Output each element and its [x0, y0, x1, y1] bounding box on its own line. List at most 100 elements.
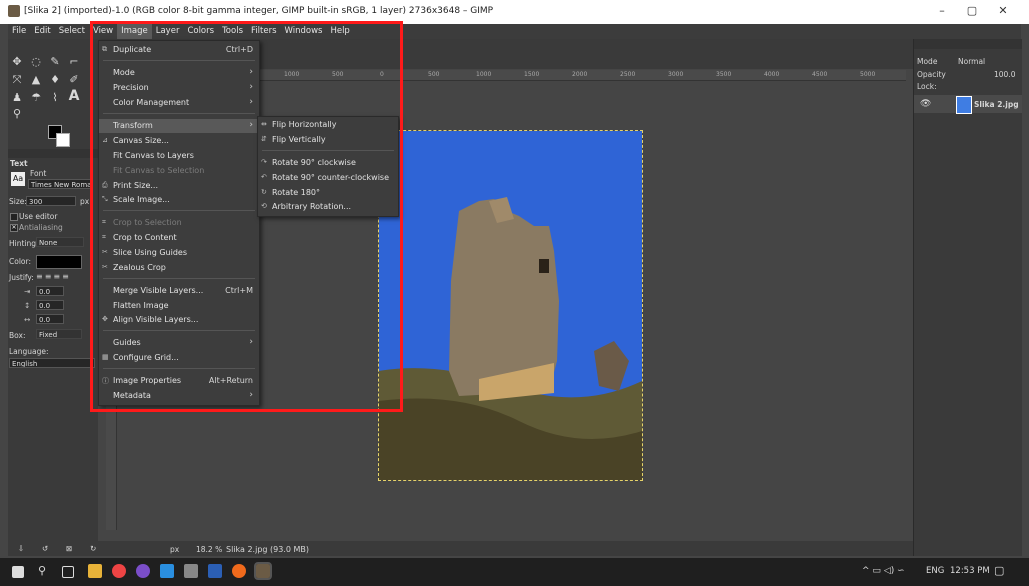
menu-tools[interactable]: Tools: [218, 24, 247, 39]
menu-item-merge-visible[interactable]: Merge Visible Layers... Ctrl+M: [99, 284, 259, 298]
paths-tool-icon[interactable]: ⌇: [48, 91, 62, 105]
transform-tool-icon[interactable]: ⤧: [10, 73, 24, 87]
menu-item-scale-image[interactable]: ⤡ Scale Image...: [99, 193, 259, 207]
menu-item-slice-guides[interactable]: ✂ Slice Using Guides: [99, 246, 259, 260]
menu-item-color-management[interactable]: Color Management ›: [99, 96, 259, 110]
fuzzy-select-icon[interactable]: ✎: [48, 55, 62, 69]
task-view-icon[interactable]: [62, 566, 74, 578]
menu-item-fit-canvas-layers[interactable]: Fit Canvas to Layers: [99, 149, 259, 163]
app-icon-purple[interactable]: [136, 564, 150, 578]
menu-item-precision[interactable]: Precision ›: [99, 81, 259, 95]
grid-icon: ▦: [102, 353, 109, 361]
save-options-icon[interactable]: ⇩: [18, 544, 24, 553]
menu-select[interactable]: Select: [55, 24, 89, 39]
text-color-button[interactable]: [36, 255, 82, 269]
layer-row[interactable]: 👁 Slika 2.jpg: [914, 95, 1022, 114]
menu-item-duplicate[interactable]: ⧉ Duplicate Ctrl+D: [99, 43, 259, 57]
hinting-dropdown[interactable]: None: [36, 237, 84, 247]
menu-item-mode[interactable]: Mode ›: [99, 66, 259, 80]
search-icon[interactable]: ⚲: [38, 564, 52, 578]
menu-item-configure-grid[interactable]: ▦ Configure Grid...: [99, 351, 259, 365]
menu-item-flip-horizontally[interactable]: ⇹ Flip Horizontally: [258, 118, 398, 132]
menu-filters[interactable]: Filters: [247, 24, 280, 39]
menu-bar: File Edit Select View Image Layer Colors Tools F…: [8, 24, 1021, 39]
vscode-icon[interactable]: [160, 564, 174, 578]
menu-help[interactable]: Help: [326, 24, 353, 39]
font-preview-icon[interactable]: Aa: [11, 172, 25, 186]
menu-item-transform[interactable]: Transform ›: [99, 119, 259, 133]
image-canvas[interactable]: [378, 130, 643, 481]
crop-tool-icon[interactable]: ⌐: [67, 55, 81, 69]
close-button[interactable]: ✕: [993, 4, 1013, 20]
menu-item-arbitrary-rotation[interactable]: ⟲ Arbitrary Rotation...: [258, 200, 398, 214]
warp-tool-icon[interactable]: ▲: [29, 73, 43, 87]
window-title: [Slika 2] (imported)-1.0 (RGB color 8-bi…: [24, 6, 494, 16]
antialiasing-checkbox[interactable]: ✕: [10, 224, 18, 232]
minimize-button[interactable]: –: [932, 4, 952, 20]
menu-item-align-visible[interactable]: ✥ Align Visible Layers...: [99, 313, 259, 327]
app-icon-gray[interactable]: [184, 564, 198, 578]
menu-item-flip-vertically[interactable]: ⇵ Flip Vertically: [258, 133, 398, 147]
justify-buttons-icon[interactable]: ≡≡≡≡: [36, 272, 80, 281]
size-unit[interactable]: px: [80, 197, 89, 206]
menu-item-image-properties[interactable]: ⓘ Image Properties Alt+Return: [99, 374, 259, 388]
menu-item-zealous-crop[interactable]: ✂ Zealous Crop: [99, 261, 259, 275]
menu-image[interactable]: Image: [117, 24, 152, 39]
background-color-swatch[interactable]: [56, 133, 70, 147]
move-tool-icon[interactable]: ✥: [10, 55, 24, 69]
bucket-fill-icon[interactable]: ♦: [48, 73, 62, 87]
maximize-button[interactable]: ▢: [962, 4, 982, 20]
layer-name[interactable]: Slika 2.jpg: [974, 100, 1019, 109]
restore-options-icon[interactable]: ↺: [42, 544, 48, 553]
menu-colors[interactable]: Colors: [183, 24, 218, 39]
windows-start-icon[interactable]: [12, 566, 24, 578]
status-unit[interactable]: px: [170, 545, 179, 554]
gimp-taskbar-icon[interactable]: [254, 562, 272, 580]
chrome-icon[interactable]: [112, 564, 126, 578]
language-indicator[interactable]: ENG: [926, 566, 944, 576]
menu-item-metadata[interactable]: Metadata ›: [99, 389, 259, 403]
menu-item-canvas-size[interactable]: ⊿ Canvas Size...: [99, 134, 259, 148]
clock[interactable]: 12:53 PM: [950, 566, 990, 576]
word-icon[interactable]: [208, 564, 222, 578]
box-dropdown[interactable]: Fixed: [36, 329, 82, 339]
ruler-tick-0: 0: [380, 71, 384, 78]
menu-windows[interactable]: Windows: [281, 24, 327, 39]
delete-options-icon[interactable]: ⊠: [66, 544, 72, 553]
file-explorer-icon[interactable]: [88, 564, 102, 578]
firefox-icon[interactable]: [232, 564, 246, 578]
menu-edit[interactable]: Edit: [30, 24, 54, 39]
menu-item-rotate-90-ccw[interactable]: ↶ Rotate 90° counter-clockwise: [258, 171, 398, 185]
menu-item-rotate-180[interactable]: ↻ Rotate 180°: [258, 186, 398, 200]
language-field[interactable]: English: [9, 358, 95, 368]
ellipse-select-icon[interactable]: ◌: [29, 55, 43, 69]
menu-file[interactable]: File: [8, 24, 30, 39]
menu-item-crop-to-content[interactable]: ⌗ Crop to Content: [99, 231, 259, 245]
menu-layer[interactable]: Layer: [152, 24, 184, 39]
use-editor-checkbox[interactable]: [10, 213, 18, 221]
layer-visibility-eye-icon[interactable]: 👁: [920, 99, 931, 109]
notification-icon[interactable]: ▢: [994, 564, 1004, 577]
layer-mode-dropdown[interactable]: Normal: [958, 57, 985, 66]
status-zoom[interactable]: 18.2 %: [196, 545, 222, 554]
menu-item-flatten[interactable]: Flatten Image: [99, 299, 259, 313]
clone-tool-icon[interactable]: ♟: [10, 91, 24, 105]
system-tray-icons[interactable]: ^ ▭ ◁) ∽: [862, 566, 905, 576]
menu-view[interactable]: View: [89, 24, 117, 39]
indent-field[interactable]: 0.0: [36, 286, 64, 296]
letter-spacing-field[interactable]: 0.0: [36, 314, 64, 324]
font-field[interactable]: Times New Roman: [28, 179, 92, 189]
menu-item-print-size[interactable]: ⎙ Print Size...: [99, 179, 259, 193]
reset-options-icon[interactable]: ↻: [90, 544, 96, 553]
ruler-tick-1000b: 1000: [476, 71, 492, 78]
zoom-tool-icon[interactable]: ⚲: [10, 107, 24, 121]
line-spacing-field[interactable]: 0.0: [36, 300, 64, 310]
paintbrush-icon[interactable]: ✐: [67, 73, 81, 87]
smudge-tool-icon[interactable]: ☂: [29, 91, 43, 105]
opacity-value[interactable]: 100.0: [994, 70, 1015, 79]
menu-item-rotate-90-cw[interactable]: ↷ Rotate 90° clockwise: [258, 156, 398, 170]
text-tool-icon[interactable]: A: [67, 89, 81, 103]
menu-item-guides[interactable]: Guides ›: [99, 336, 259, 350]
tool-options-title: Text: [10, 159, 28, 168]
size-field[interactable]: 300: [26, 196, 76, 206]
